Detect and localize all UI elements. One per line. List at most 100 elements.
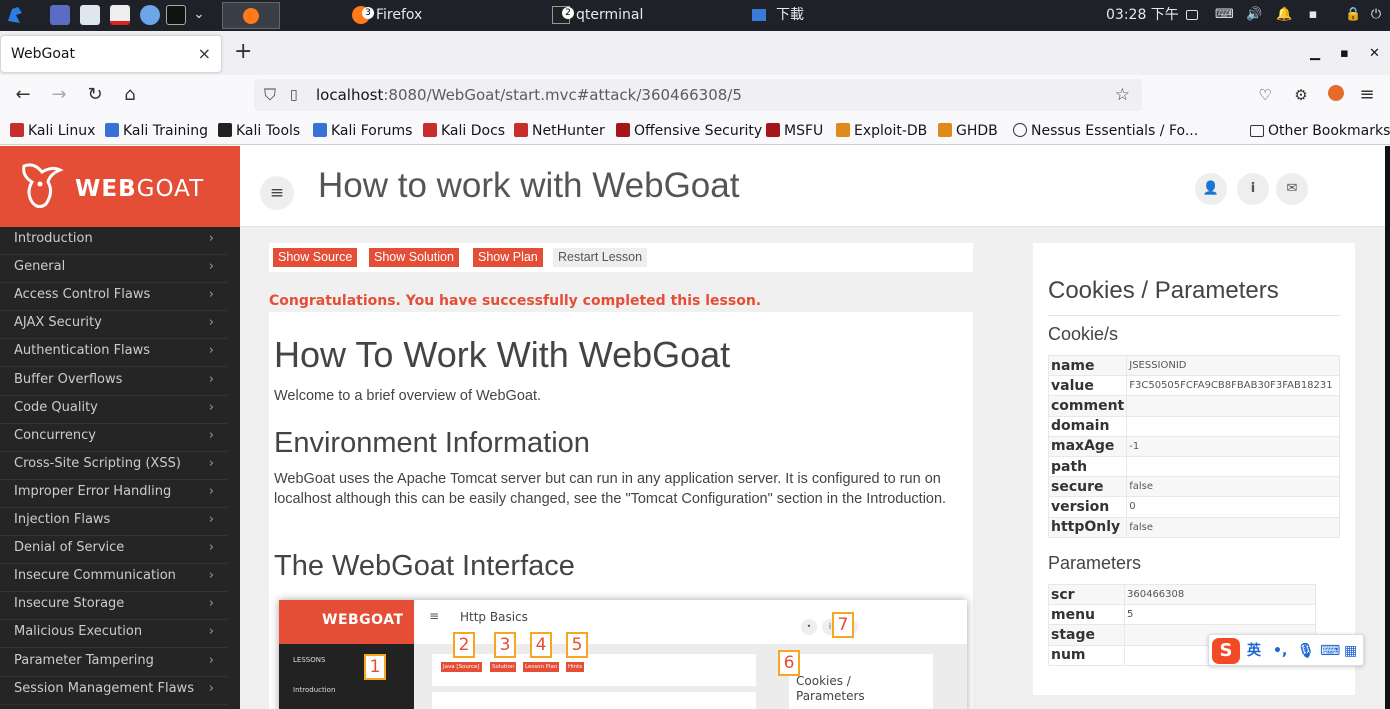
page-header: ≡ How to work with WebGoat 👤 i ✉	[240, 146, 1385, 227]
task-qterminal-label: qterminal	[576, 7, 644, 23]
sidebar-item-label: Improper Error Handling	[14, 483, 172, 499]
bookmark-item[interactable]: Nessus Essentials / Fo...	[1013, 121, 1198, 141]
maximize-icon[interactable]: ▪	[1340, 46, 1349, 61]
notification-bell-icon[interactable]: 🔔	[1276, 8, 1292, 22]
chevron-right-icon: ›	[208, 680, 214, 696]
page-viewport: WEBGOAT Introduction › General › Access Cont…	[0, 146, 1390, 709]
desktop-icon[interactable]	[50, 5, 70, 25]
sidebar-item[interactable]: Access Control Flaws ›	[0, 283, 228, 312]
bookmark-item[interactable]: Exploit-DB	[836, 121, 927, 141]
minimize-icon[interactable]: ▁	[1310, 46, 1320, 61]
clock[interactable]: 03:28 下午	[1106, 0, 1179, 31]
menu-icon[interactable]: ≡	[1356, 85, 1378, 105]
close-tab-icon[interactable]: ×	[198, 36, 211, 72]
text-editor-icon[interactable]	[110, 5, 130, 25]
task-downloads[interactable]: 下載	[752, 0, 804, 31]
file-manager-icon[interactable]	[80, 5, 100, 25]
row-value: 5	[1124, 604, 1316, 626]
hamburger-menu-icon[interactable]: ≡	[260, 176, 294, 210]
hamburger-menu-icon: ≡	[429, 609, 440, 623]
task-qterminal[interactable]: qterminal 2	[552, 0, 643, 31]
restart-lesson-button[interactable]: Restart Lesson	[553, 248, 648, 267]
table-row: maxAge -1	[1047, 435, 1340, 457]
sidebar-item[interactable]: Improper Error Handling ›	[0, 480, 228, 508]
screenshot-content-area	[432, 692, 756, 709]
sidebar-item[interactable]: Introduction ›	[0, 227, 228, 255]
success-message: Congratulations. You have successfully c…	[269, 293, 762, 309]
row-value: JSESSIONID	[1126, 354, 1340, 377]
tab-webgoat[interactable]: WebGoat ×	[0, 35, 222, 73]
sidebar-item[interactable]: Insecure Communication ›	[0, 564, 228, 593]
task-firefox[interactable]: Firefox 3	[352, 0, 422, 31]
chevron-down-icon[interactable]: ⌄	[192, 8, 206, 22]
bookmark-item[interactable]: Kali Linux	[10, 121, 95, 141]
url-bar[interactable]: ⛉ ▯ localhost:8080/WebGoat/start.mvc#att…	[254, 79, 1142, 111]
info-icon[interactable]: i	[1237, 173, 1269, 205]
other-bookmarks[interactable]: Other Bookmarks	[1250, 121, 1390, 141]
envelope-icon[interactable]: ✉	[1276, 173, 1308, 205]
bookmark-item[interactable]: Kali Docs	[423, 121, 505, 141]
user-icon[interactable]: 👤	[1195, 173, 1227, 205]
page-scrollbar[interactable]	[1385, 146, 1390, 709]
display-icon[interactable]	[1186, 10, 1198, 20]
microphone-icon[interactable]: 🎙	[1297, 642, 1315, 660]
web-browser-icon[interactable]	[140, 5, 160, 25]
bookmark-item[interactable]: Kali Tools	[218, 121, 300, 141]
sidebar-item[interactable]: Concurrency ›	[0, 424, 228, 452]
sidebar-item[interactable]: Code Quality ›	[0, 396, 228, 424]
sidebar-item[interactable]: Injection Flaws ›	[0, 508, 228, 536]
sidebar-item[interactable]: Malicious Execution ›	[0, 620, 228, 649]
sidebar-item[interactable]: Parameter Tampering ›	[0, 649, 228, 677]
close-window-icon[interactable]: ✕	[1369, 46, 1380, 61]
show-plan-button[interactable]: Show Plan	[473, 248, 543, 267]
bookmark-item[interactable]: NetHunter	[514, 121, 605, 141]
bookmark-star-icon[interactable]: ☆	[1115, 79, 1130, 111]
ime-toolbar[interactable]: S 英 •, 🎙 ⌨ ▦	[1208, 634, 1364, 666]
forward-icon[interactable]: →	[48, 85, 70, 105]
active-window-preview[interactable]	[222, 2, 280, 29]
bookmark-item[interactable]: GHDB	[938, 121, 998, 141]
show-source-button[interactable]: Show Source	[273, 248, 358, 267]
sidebar-item[interactable]: Insecure Storage ›	[0, 592, 228, 621]
reload-icon[interactable]: ↻	[84, 85, 106, 105]
sidebar-item[interactable]: Cross-Site Scripting (XSS) ›	[0, 452, 228, 480]
sidebar-item[interactable]: Session Management Flaws ›	[0, 677, 228, 705]
page-info-icon[interactable]: ▯	[290, 79, 298, 111]
keyboard-icon[interactable]: ⌨	[1215, 8, 1234, 22]
shield-icon[interactable]: ⛉	[264, 79, 276, 111]
kali-menu-icon[interactable]	[8, 7, 22, 23]
webgoat-logo[interactable]: WEBGOAT	[0, 146, 240, 227]
url-host: localhost	[316, 86, 384, 104]
back-icon[interactable]: ←	[12, 85, 34, 105]
tab-title: WebGoat	[11, 46, 76, 62]
bookmark-item[interactable]: Kali Training	[105, 121, 208, 141]
keyboard-icon[interactable]: ⌨	[1320, 642, 1340, 660]
folder-icon	[752, 9, 766, 21]
new-tab-button[interactable]: +	[234, 41, 252, 63]
sidebar-item[interactable]: AJAX Security ›	[0, 311, 228, 340]
ime-language[interactable]: 英	[1247, 642, 1261, 660]
addon-icon[interactable]	[1325, 85, 1347, 106]
bookmark-item[interactable]: MSFU	[766, 121, 823, 141]
show-solution-button[interactable]: Show Solution	[369, 248, 459, 267]
grid-icon[interactable]: ▦	[1344, 642, 1357, 660]
bookmark-item[interactable]: Kali Forums	[313, 121, 412, 141]
row-key: comment	[1047, 395, 1128, 417]
terminal-icon[interactable]	[166, 5, 186, 25]
lock-icon[interactable]: 🔒	[1345, 8, 1361, 22]
pocket-icon[interactable]: ♡	[1254, 85, 1276, 105]
volume-icon[interactable]: 🔊	[1246, 8, 1262, 22]
sidebar-item[interactable]: Authentication Flaws ›	[0, 339, 228, 368]
ime-punctuation[interactable]: •,	[1273, 642, 1287, 660]
sidebar-item[interactable]: General ›	[0, 255, 228, 284]
task-qterminal-badge: 2	[562, 7, 574, 19]
extensions-icon[interactable]: ⚙	[1290, 85, 1312, 105]
parameters-heading: Parameters	[1048, 553, 1142, 573]
sidebar-item[interactable]: Buffer Overflows ›	[0, 368, 228, 396]
power-icon[interactable]: ⏻	[1369, 8, 1383, 22]
bookmark-item[interactable]: Offensive Security	[616, 121, 762, 141]
home-icon[interactable]: ⌂	[119, 85, 141, 105]
sidebar-item[interactable]: Denial of Service ›	[0, 536, 228, 565]
power-plug-icon[interactable]: ▪	[1306, 8, 1320, 22]
os-taskbar: ⌄ Firefox 3 qterminal 2 下載 03:28 下午 ⌨ 🔊 …	[0, 0, 1390, 31]
